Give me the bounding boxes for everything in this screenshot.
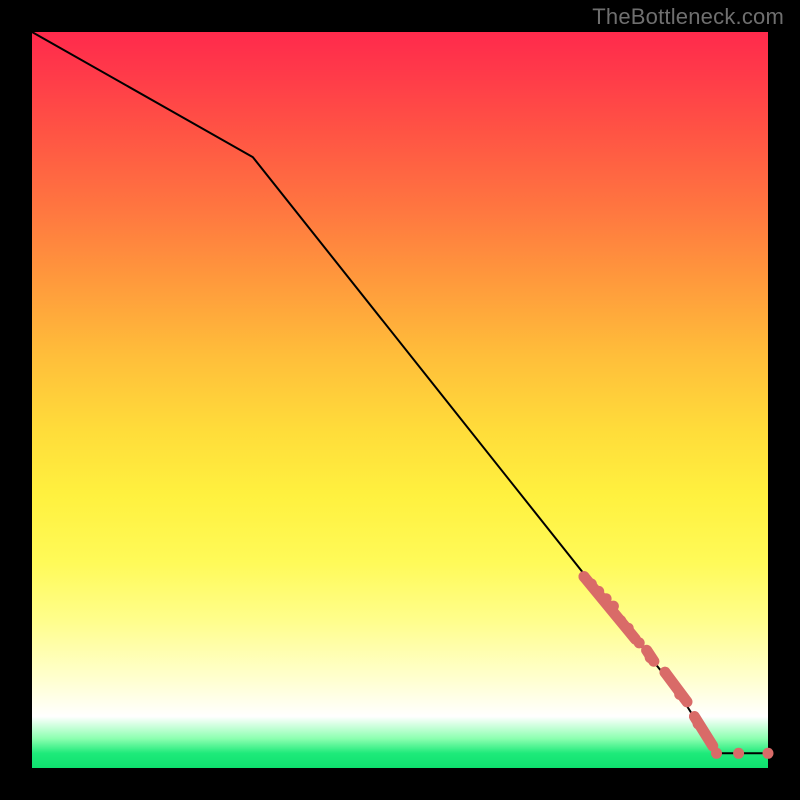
chart-svg [32,32,768,768]
chart-container: TheBottleneck.com [0,0,800,800]
highlight-point [674,689,685,700]
highlight-point [634,637,645,648]
highlight-point [660,667,671,678]
highlight-point [623,623,634,634]
highlight-point [763,748,774,759]
series-line [32,32,768,753]
highlight-point [645,652,656,663]
highlight-point [608,601,619,612]
watermark-text: TheBottleneck.com [592,4,784,30]
highlight-point [733,748,744,759]
highlight-point [711,748,722,759]
plot-area [32,32,768,768]
highlight-point [693,718,704,729]
highlight-points [579,571,774,759]
